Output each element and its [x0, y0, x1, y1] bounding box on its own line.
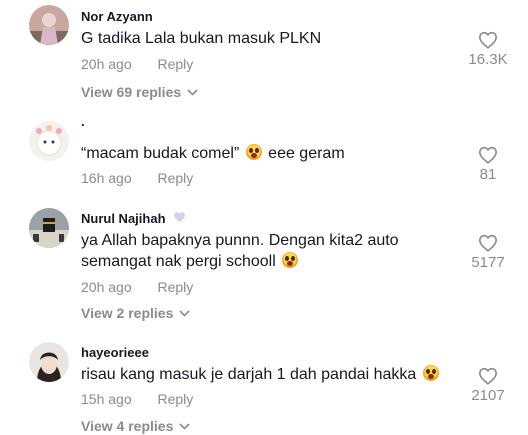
view-replies-button[interactable]: View 2 replies — [81, 305, 190, 321]
comment-text-line: ya Allah bapaknya punnn. Dengan kita2 au… — [81, 232, 399, 249]
view-replies-label: View 2 replies — [81, 305, 174, 321]
view-replies-button[interactable]: View 4 replies — [81, 418, 190, 434]
comment-meta: 20h ago Reply — [81, 56, 193, 72]
reply-button[interactable]: Reply — [158, 56, 194, 72]
screaming-face-emoji — [422, 365, 439, 381]
comment-meta: 16h ago Reply — [81, 170, 193, 186]
comments-list: Nor Azyann G tadika Lala bukan masuk PLK… — [0, 0, 528, 435]
avatar[interactable] — [29, 121, 69, 161]
reply-button[interactable]: Reply — [158, 279, 194, 295]
avatar[interactable] — [29, 208, 69, 248]
like-count: 16.3K — [468, 51, 508, 68]
like-button[interactable]: 2107 — [458, 367, 518, 404]
username[interactable]: Nurul Najihah — [81, 211, 186, 226]
timestamp: 15h ago — [81, 391, 132, 407]
like-count: 2107 — [471, 387, 505, 404]
view-replies-label: View 69 replies — [81, 84, 182, 100]
heart-outline-icon — [478, 367, 498, 385]
purple-heart-icon — [174, 212, 186, 223]
comment-text-part: eee geram — [263, 145, 345, 162]
comment-meta: 15h ago Reply — [81, 391, 193, 407]
comment-text: ya Allah bapaknya punnn. Dengan kita2 au… — [81, 230, 461, 272]
comment-text: G tadika Lala bukan masuk PLKN — [81, 30, 322, 47]
heart-outline-icon — [478, 146, 498, 164]
like-button[interactable]: 5177 — [458, 234, 518, 271]
comment-text-line: semangat nak pergi schooll — [81, 251, 461, 272]
chevron-down-icon — [187, 88, 198, 96]
comment-text-part: semangat nak pergi schooll — [81, 253, 281, 270]
heart-outline-icon — [478, 31, 498, 49]
like-count: 5177 — [471, 254, 505, 271]
chevron-down-icon — [179, 309, 190, 317]
chevron-down-icon — [179, 422, 190, 430]
username[interactable]: Nor Azyann — [81, 9, 153, 24]
timestamp: 16h ago — [81, 170, 132, 186]
comment-text: risau kang masuk je darjah 1 dah pandai … — [81, 364, 461, 385]
screaming-face-emoji — [282, 252, 299, 268]
reply-button[interactable]: Reply — [158, 170, 194, 186]
view-replies-label: View 4 replies — [81, 418, 174, 434]
screaming-face-emoji — [245, 144, 262, 160]
timestamp: 20h ago — [81, 56, 132, 72]
avatar[interactable] — [29, 5, 69, 45]
username[interactable]: hayeorieee — [81, 345, 149, 360]
like-button[interactable]: 16.3K — [458, 31, 518, 68]
comment-text: “macam budak comel” eee geram — [81, 143, 461, 164]
timestamp: 20h ago — [81, 279, 132, 295]
comment-text-part: risau kang masuk je darjah 1 dah pandai … — [81, 366, 421, 383]
reply-button[interactable]: Reply — [158, 391, 194, 407]
username-label: Nurul Najihah — [81, 211, 166, 226]
like-button[interactable]: 81 — [458, 146, 518, 183]
username[interactable]: . — [81, 114, 85, 129]
heart-outline-icon — [478, 234, 498, 252]
comment-meta: 20h ago Reply — [81, 279, 193, 295]
comment-text-part: “macam budak comel” — [81, 145, 244, 162]
like-count: 81 — [479, 166, 497, 183]
view-replies-button[interactable]: View 69 replies — [81, 84, 198, 100]
avatar[interactable] — [29, 342, 69, 382]
